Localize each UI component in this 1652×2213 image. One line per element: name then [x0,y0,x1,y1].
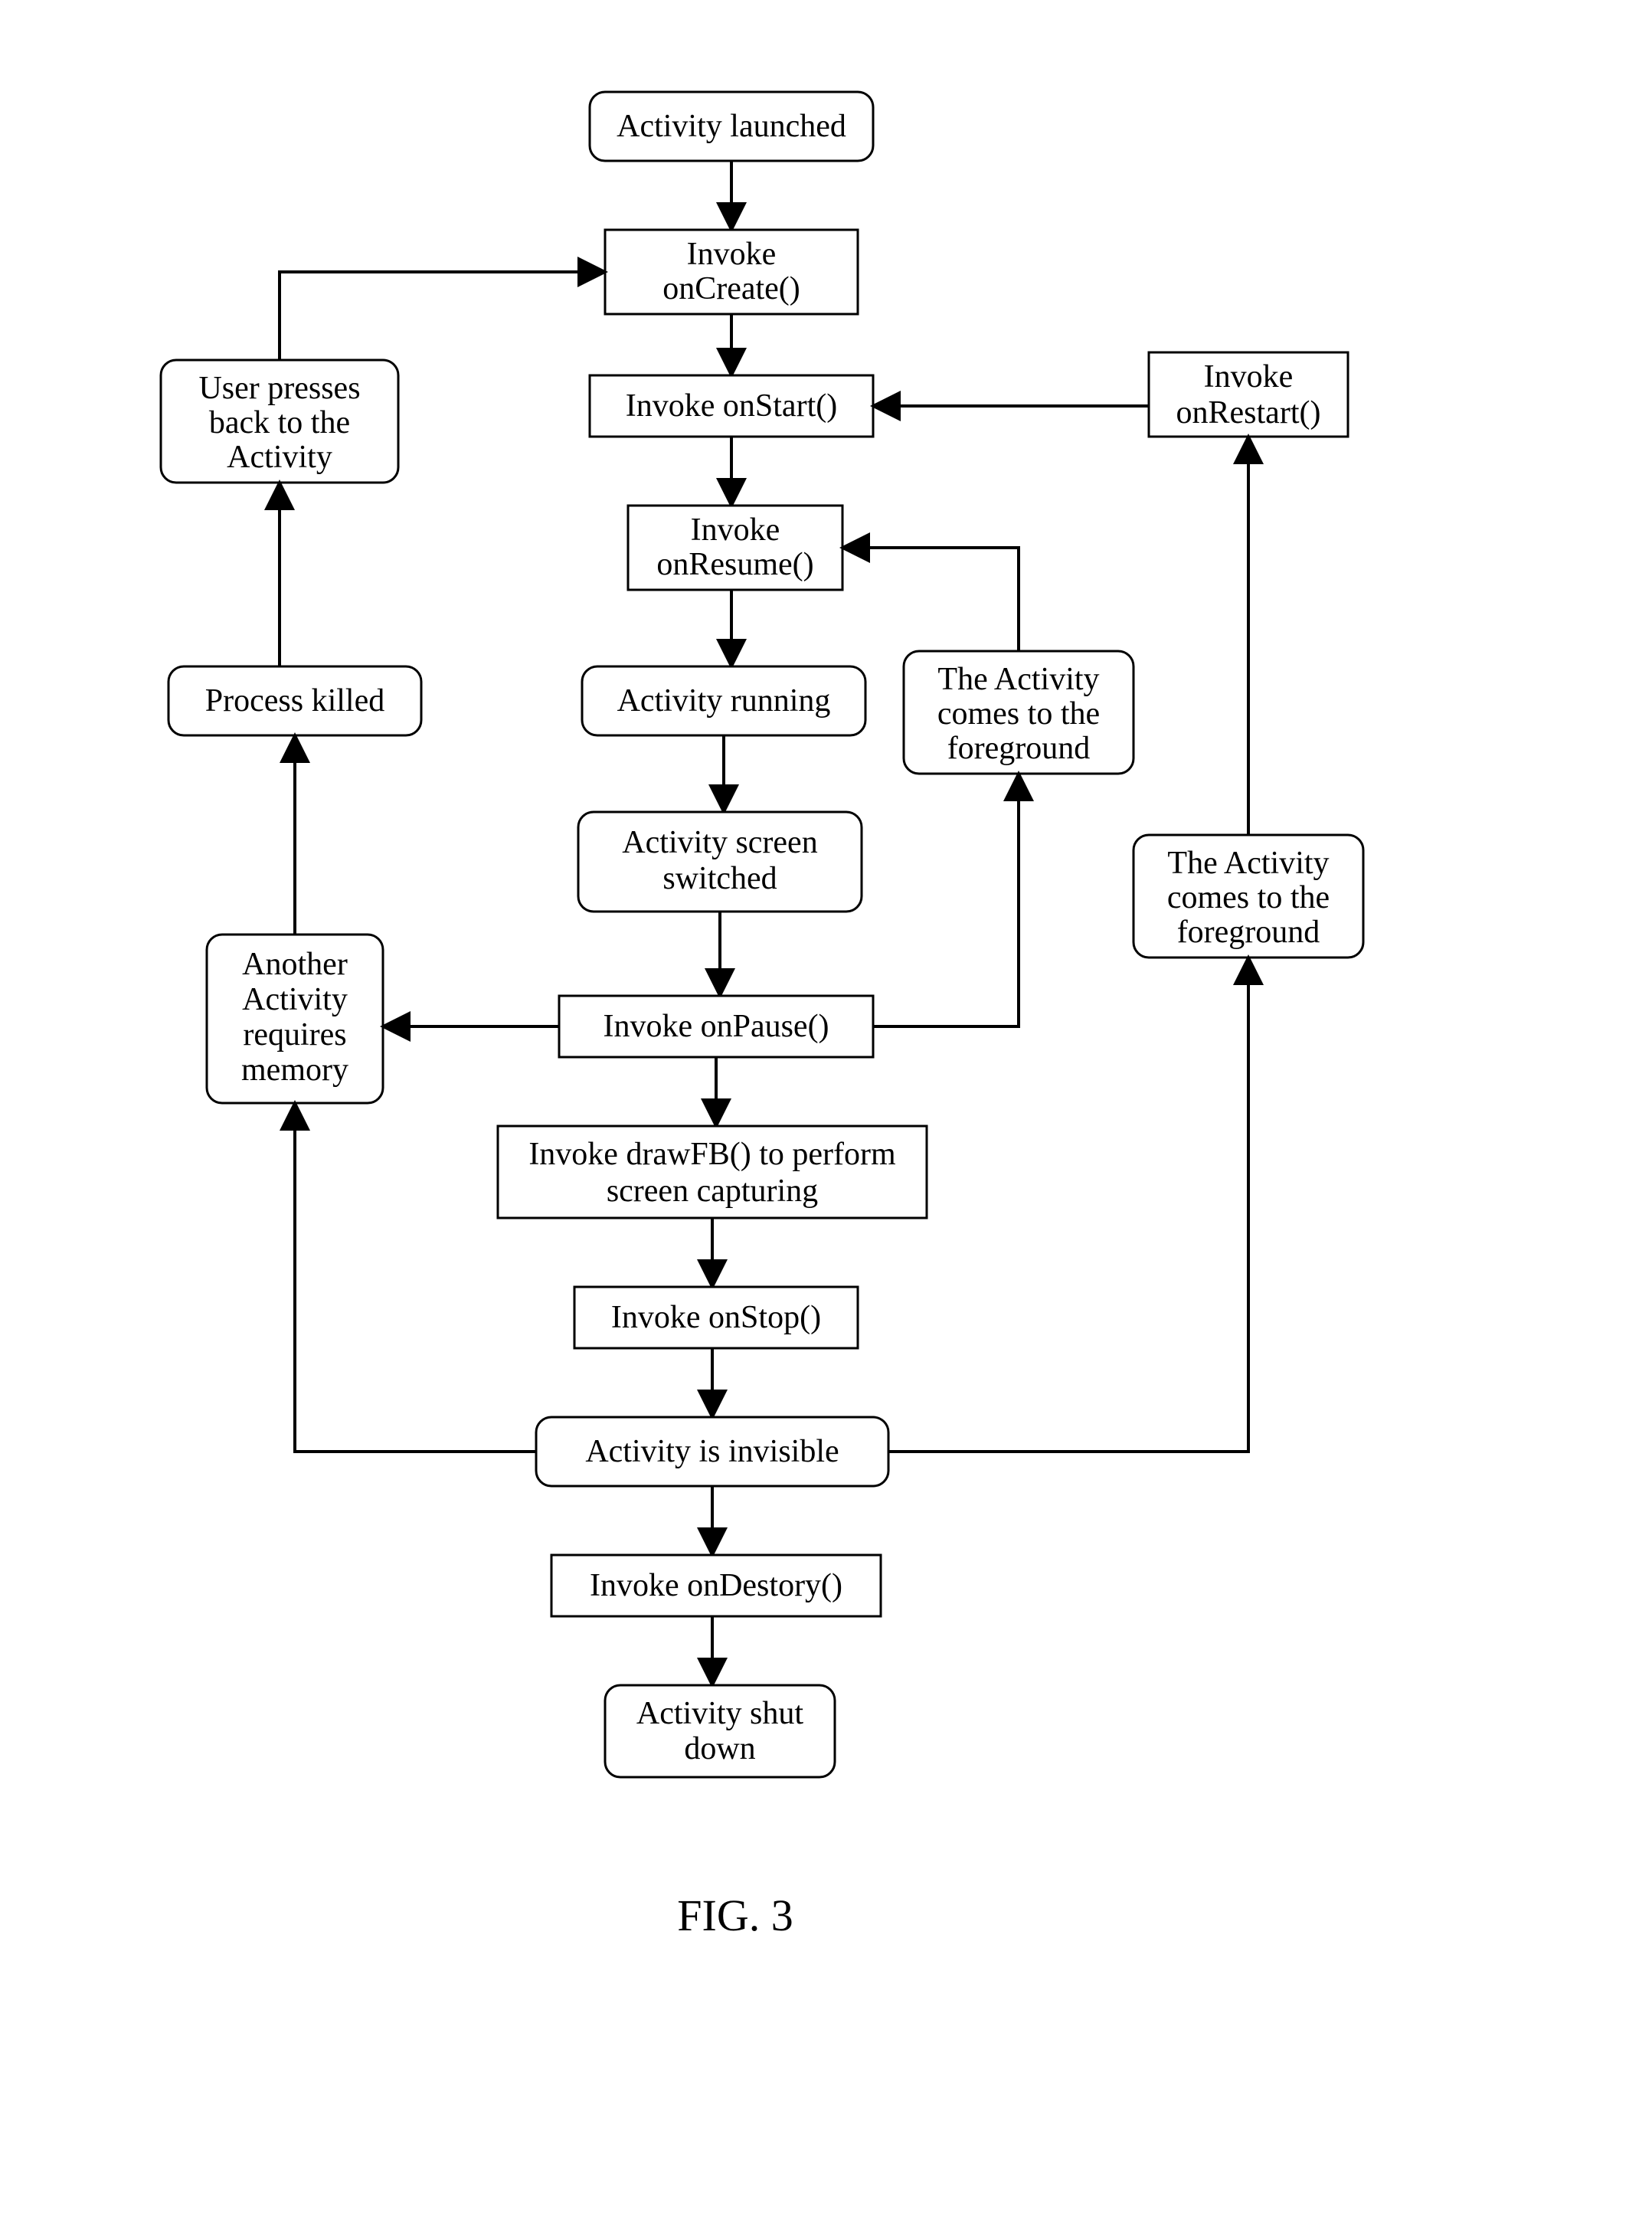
node-label: down [684,1731,755,1766]
node-label: The Activity [937,662,1099,697]
node-label: Invoke [691,512,780,548]
node-label: Invoke [1204,359,1294,394]
node-shutdown: Activity shut down [605,1685,835,1777]
node-screen-switched: Activity screen switched [578,812,862,912]
node-onrestart: Invoke onRestart() [1149,352,1348,437]
node-onresume: Invoke onResume() [628,506,842,590]
node-label: comes to the [1167,880,1330,915]
node-label: Invoke onPause() [603,1009,829,1044]
node-label: Activity [242,982,348,1017]
node-label: User presses [198,371,360,406]
node-process-killed: Process killed [168,666,421,735]
node-requires-memory: Another Activity requires memory [207,935,383,1103]
node-label: Process killed [205,683,384,719]
edge [280,272,605,360]
node-label: Invoke onDestory() [590,1568,842,1603]
node-label: Activity is invisible [585,1434,839,1469]
node-label: onRestart() [1176,395,1321,430]
node-label: foreground [1177,915,1320,950]
node-activity-running: Activity running [582,666,865,735]
edge [873,774,1019,1026]
node-label: screen capturing [607,1174,818,1209]
node-drawfb: Invoke drawFB() to perform screen captur… [498,1126,927,1218]
node-ondestroy: Invoke onDestory() [551,1555,881,1616]
flowchart-diagram: Activity launched Invoke onCreate() Invo… [0,0,1652,2209]
node-label: Activity shut [636,1696,803,1731]
node-label: memory [241,1052,348,1088]
figure-caption: FIG. 3 [677,1891,793,1940]
node-label: foreground [947,731,1091,766]
node-label: Invoke [687,237,777,272]
node-onpause: Invoke onPause() [559,996,873,1057]
edge [842,548,1019,651]
node-label: Activity [227,440,332,475]
node-label: onResume() [656,547,813,582]
node-label: switched [662,861,777,896]
node-label: requires [243,1017,346,1052]
edge [888,958,1248,1452]
node-label: Invoke drawFB() to perform [528,1137,896,1172]
node-label: back to the [209,405,350,440]
node-label: Activity launched [617,109,846,144]
node-oncreate: Invoke onCreate() [605,230,858,314]
node-label: Activity screen [622,825,817,860]
node-label: Activity running [617,683,831,719]
node-user-back: User presses back to the Activity [161,360,398,483]
node-foreground-1: The Activity comes to the foreground [904,651,1134,774]
node-activity-launched: Activity launched [590,92,873,161]
node-label: onCreate() [662,271,800,306]
node-foreground-2: The Activity comes to the foreground [1134,835,1363,958]
node-label: comes to the [937,696,1100,732]
node-label: Another [242,947,348,982]
node-onstart: Invoke onStart() [590,375,873,437]
node-onstop: Invoke onStop() [574,1287,858,1348]
node-label: Invoke onStop() [611,1300,821,1335]
node-label: The Activity [1167,846,1329,881]
node-invisible: Activity is invisible [536,1417,888,1486]
node-label: Invoke onStart() [626,388,837,424]
